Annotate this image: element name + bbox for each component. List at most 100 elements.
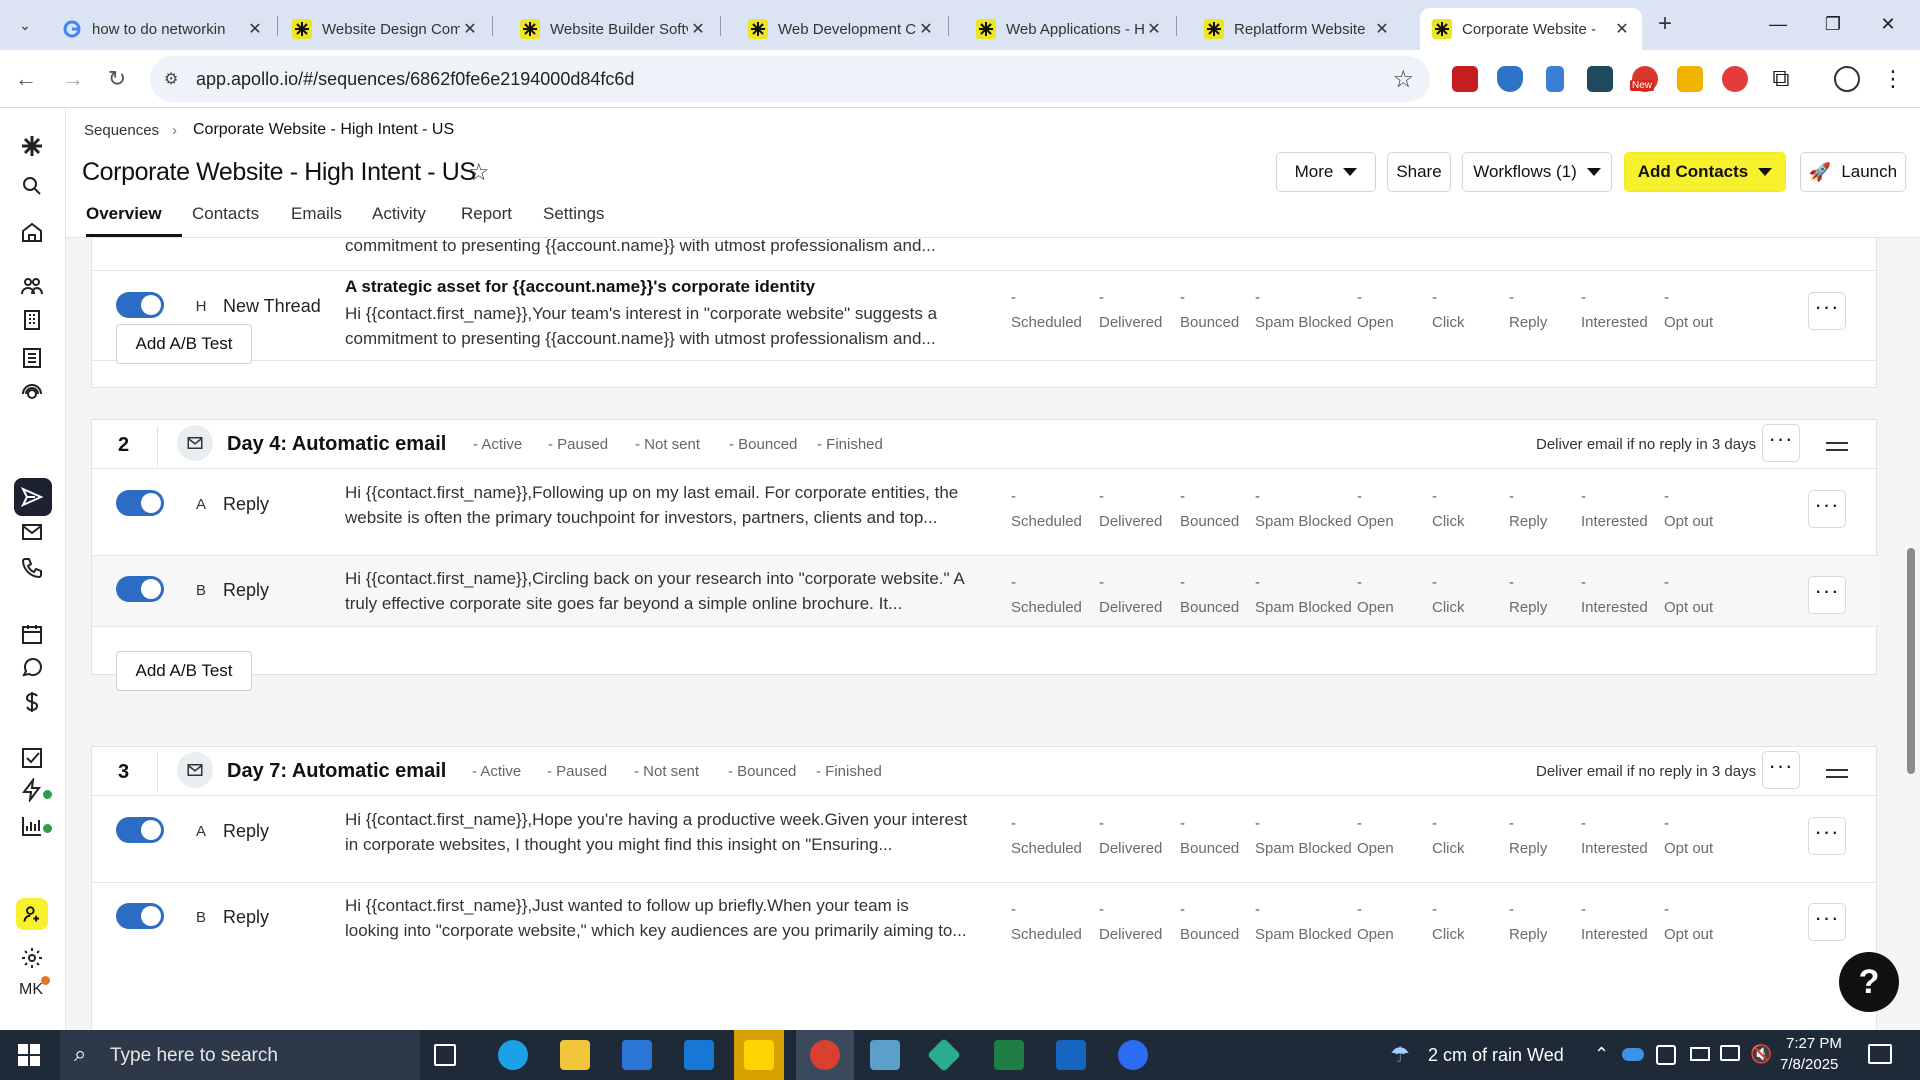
onedrive-icon[interactable]	[1622, 1048, 1644, 1061]
search-icon[interactable]	[18, 172, 46, 200]
close-window-icon[interactable]: ✕	[1868, 8, 1908, 40]
step-menu-button[interactable]: ···	[1762, 424, 1800, 462]
sequences-send-icon[interactable]	[18, 483, 46, 511]
zoom-icon[interactable]	[1118, 1040, 1148, 1070]
tab-close-icon[interactable]: ✕	[1144, 19, 1164, 39]
email-body-preview[interactable]: Hi {{contact.first_name}},Following up o…	[345, 480, 985, 530]
workflows-button[interactable]: Workflows (1)	[1462, 152, 1612, 192]
folder-extension-icon[interactable]	[1587, 66, 1613, 92]
add-user-icon[interactable]	[16, 898, 48, 930]
add-ab-test-button[interactable]: Add A/B Test	[116, 651, 252, 691]
tab-close-icon[interactable]: ✕	[1612, 19, 1632, 39]
analytics-icon[interactable]	[18, 812, 46, 840]
browser-tab[interactable]: how to do networkin ✕	[50, 8, 275, 50]
reload-icon[interactable]: ↻	[101, 63, 133, 95]
tab-emails[interactable]: Emails	[291, 204, 342, 224]
email-body-preview[interactable]: Hi {{contact.first_name}},Just wanted to…	[345, 893, 985, 943]
email-body-preview[interactable]: Hi {{contact.first_name}},Your team's in…	[345, 301, 985, 351]
tab-overview[interactable]: Overview	[86, 204, 162, 224]
tab-contacts[interactable]: Contacts	[192, 204, 259, 224]
companies-icon[interactable]	[18, 306, 46, 334]
step-title[interactable]: Day 7: Automatic email	[227, 760, 446, 783]
variant-toggle[interactable]	[116, 576, 164, 602]
browser-tab[interactable]: Replatform Website ✕	[1192, 8, 1402, 50]
row-menu-button[interactable]: ···	[1808, 817, 1846, 855]
tab-report[interactable]: Report	[461, 204, 512, 224]
email-body-preview[interactable]: Hi {{contact.first_name}},Hope you're ha…	[345, 807, 985, 857]
tab-close-icon[interactable]: ✕	[245, 19, 265, 39]
row-menu-button[interactable]: ···	[1808, 292, 1846, 330]
file-explorer-icon[interactable]	[560, 1040, 590, 1070]
breadcrumb-sequences[interactable]: Sequences	[84, 122, 159, 139]
drag-handle-icon[interactable]	[1826, 442, 1848, 451]
restore-icon[interactable]: ❐	[1813, 8, 1853, 40]
chat-icon[interactable]	[18, 654, 46, 682]
tab-close-icon[interactable]: ✕	[916, 19, 936, 39]
extension-new-icon[interactable]: New	[1630, 66, 1658, 92]
notifications-icon[interactable]	[1868, 1044, 1892, 1064]
tray-app-icon[interactable]	[1656, 1045, 1676, 1065]
favorite-star-icon[interactable]: ☆	[468, 158, 490, 187]
document-extension-icon[interactable]	[1546, 66, 1564, 92]
site-info-icon[interactable]: ⚙	[164, 69, 178, 89]
clock-time[interactable]: 7:27 PM	[1786, 1035, 1842, 1052]
tab-settings[interactable]: Settings	[543, 204, 604, 224]
add-contacts-button[interactable]: Add Contacts	[1624, 152, 1786, 192]
profile-icon[interactable]	[1834, 66, 1860, 92]
url-text[interactable]: app.apollo.io/#/sequences/6862f0fe6e2194…	[196, 69, 634, 90]
chrome-icon[interactable]	[810, 1040, 840, 1070]
sticky-notes-icon[interactable]	[744, 1040, 774, 1070]
browser-menu-icon[interactable]: ⋮	[1880, 66, 1906, 92]
new-tab-icon[interactable]: +	[1650, 10, 1680, 40]
tray-chevron-icon[interactable]: ⌃	[1594, 1044, 1609, 1065]
launch-button[interactable]: 🚀 Launch	[1800, 152, 1906, 192]
phone-icon[interactable]	[18, 554, 46, 582]
coupon-extension-icon[interactable]	[1677, 66, 1703, 92]
user-avatar[interactable]: MK	[19, 981, 43, 999]
network-icon[interactable]	[1720, 1045, 1740, 1061]
people-icon[interactable]	[18, 272, 46, 300]
bookmark-star-icon[interactable]: ☆	[1392, 65, 1414, 94]
mail-icon[interactable]	[18, 518, 46, 546]
share-button[interactable]: Share	[1387, 152, 1451, 192]
app-icon[interactable]	[870, 1040, 900, 1070]
shield-extension-icon[interactable]	[1497, 66, 1523, 92]
weather-text[interactable]: 2 cm of rain Wed	[1428, 1045, 1564, 1066]
url-omnibox[interactable]: ⚙ app.apollo.io/#/sequences/6862f0fe6e21…	[150, 56, 1430, 102]
row-menu-button[interactable]: ···	[1808, 903, 1846, 941]
drag-handle-icon[interactable]	[1826, 769, 1848, 778]
browser-tab[interactable]: Website Design Com ✕	[280, 8, 490, 50]
edge-icon[interactable]	[498, 1040, 528, 1070]
browser-tab[interactable]: Web Development C ✕	[736, 8, 946, 50]
windows-start-icon[interactable]	[18, 1044, 40, 1066]
excel-icon[interactable]	[994, 1040, 1024, 1070]
clock-date[interactable]: 7/8/2025	[1780, 1056, 1838, 1073]
row-menu-button[interactable]: ···	[1808, 576, 1846, 614]
dollar-icon[interactable]	[18, 688, 46, 716]
extensions-puzzle-icon[interactable]: ⧉	[1768, 66, 1794, 92]
scrollbar-thumb[interactable]	[1907, 548, 1915, 774]
lists-icon[interactable]	[18, 344, 46, 372]
settings-gear-icon[interactable]	[18, 944, 46, 972]
tab-close-icon[interactable]: ✕	[688, 19, 708, 39]
browser-tab[interactable]: Website Builder Softv ✕	[508, 8, 718, 50]
tab-close-icon[interactable]: ✕	[460, 19, 480, 39]
variant-toggle[interactable]	[116, 817, 164, 843]
outlook-icon[interactable]	[1056, 1040, 1086, 1070]
minimize-icon[interactable]: —	[1758, 8, 1798, 40]
add-ab-test-button[interactable]: Add A/B Test	[116, 324, 252, 364]
browser-tab-active[interactable]: Corporate Website - ✕	[1420, 8, 1642, 50]
variant-toggle[interactable]	[116, 292, 164, 318]
help-button[interactable]: ?	[1839, 952, 1899, 1012]
variant-toggle[interactable]	[116, 903, 164, 929]
visitors-icon[interactable]	[18, 380, 46, 408]
mail-app-icon[interactable]	[684, 1040, 714, 1070]
step-menu-button[interactable]: ···	[1762, 751, 1800, 789]
pdf-extension-icon[interactable]	[1452, 66, 1478, 92]
apollo-logo-icon[interactable]	[18, 132, 46, 160]
home-icon[interactable]	[18, 218, 46, 246]
store-icon[interactable]	[622, 1040, 652, 1070]
email-body-preview[interactable]: Hi {{contact.first_name}},Circling back …	[345, 566, 985, 616]
volume-muted-icon[interactable]: 🔇	[1750, 1044, 1772, 1065]
taskbar-search-box[interactable]: ⌕ Type here to search	[60, 1030, 420, 1080]
